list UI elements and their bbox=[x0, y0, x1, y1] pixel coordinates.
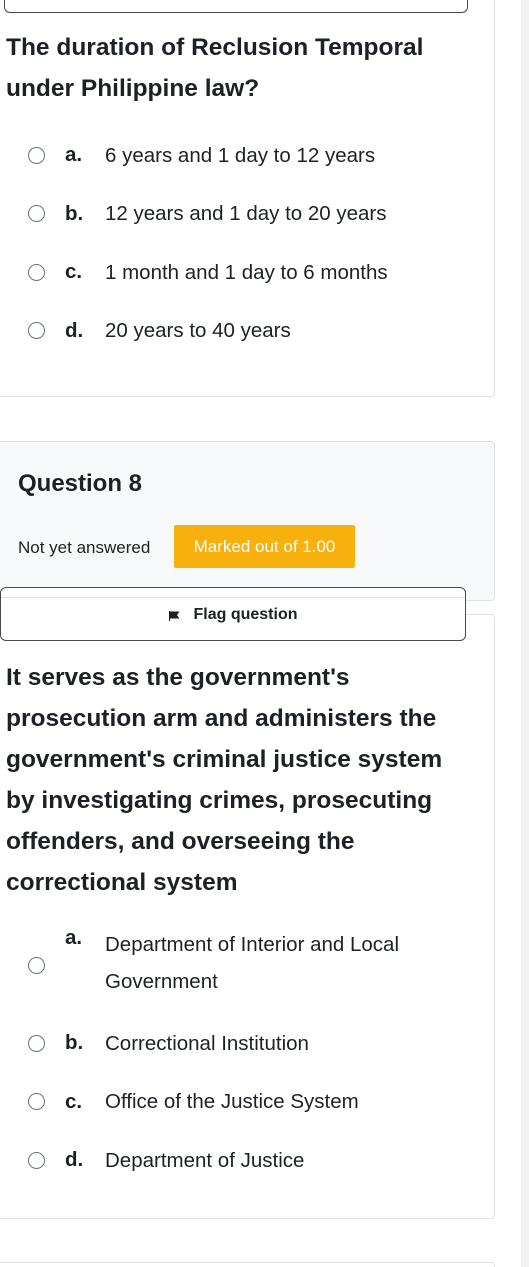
answer-option-c[interactable]: c. Office of the Justice System bbox=[28, 1073, 468, 1132]
answer-option-d[interactable]: d. Department of Justice bbox=[28, 1131, 468, 1190]
flag-icon bbox=[168, 608, 180, 626]
question-state: Not yet answered bbox=[18, 538, 151, 557]
answer-number: d. bbox=[65, 318, 84, 342]
answer-text: 12 years and 1 day to 20 years bbox=[105, 202, 387, 226]
question-8-info-panel bbox=[0, 441, 495, 601]
question-number: Question 8 bbox=[18, 470, 143, 497]
answer-number: b. bbox=[65, 201, 84, 225]
flag-question-label: Flag question bbox=[193, 606, 298, 623]
answer-option-b[interactable]: b. 12 years and 1 day to 20 years bbox=[28, 185, 468, 244]
radio-button[interactable] bbox=[28, 1034, 45, 1052]
answer-text: Department of Interior and Local Governm… bbox=[105, 933, 399, 993]
answer-text: 20 years to 40 years bbox=[105, 319, 291, 343]
radio-button[interactable] bbox=[28, 322, 45, 340]
question-7-top-bar bbox=[4, 0, 468, 13]
radio-button[interactable] bbox=[28, 263, 45, 281]
answer-option-b[interactable]: b. Correctional Institution bbox=[28, 1014, 468, 1073]
radio-button[interactable] bbox=[28, 1151, 45, 1169]
next-question-card bbox=[0, 1262, 495, 1267]
radio-button[interactable] bbox=[28, 957, 45, 974]
question-7-answers: a. 6 years and 1 day to 12 years b. 12 y… bbox=[28, 126, 468, 360]
answer-number: a. bbox=[65, 143, 83, 167]
divider bbox=[1, 597, 465, 598]
answer-number: d. bbox=[65, 1148, 84, 1172]
radio-button[interactable] bbox=[28, 205, 45, 223]
answer-text: Department of Justice bbox=[105, 1148, 305, 1172]
question-8-text: It serves as the government's prosecutio… bbox=[6, 664, 443, 896]
grade-badge: Marked out of 1.00 bbox=[174, 525, 355, 568]
answer-text: 1 month and 1 day to 6 months bbox=[105, 260, 388, 284]
answer-option-a[interactable]: a. 6 years and 1 day to 12 years bbox=[28, 126, 468, 185]
answer-number: b. bbox=[65, 1031, 84, 1055]
answer-option-c[interactable]: c. 1 month and 1 day to 6 months bbox=[28, 243, 468, 302]
answer-text: 6 years and 1 day to 12 years bbox=[105, 143, 376, 167]
question-7-text: The duration of Reclusion Temporal under… bbox=[6, 34, 424, 102]
answer-text: Correctional Institution bbox=[105, 1031, 309, 1055]
answer-text: Office of the Justice System bbox=[105, 1090, 359, 1114]
scrollbar[interactable] bbox=[521, 0, 529, 1267]
answer-option-a[interactable]: a. Department of Interior and Local Gove… bbox=[28, 926, 468, 1014]
answer-number: c. bbox=[65, 1089, 83, 1113]
quiz-page: The duration of Reclusion Temporal under… bbox=[0, 0, 529, 1267]
radio-button[interactable] bbox=[28, 1093, 45, 1111]
radio-button[interactable] bbox=[28, 146, 45, 164]
answer-number: c. bbox=[65, 260, 83, 284]
flag-question-button[interactable]: Flag question bbox=[0, 587, 466, 641]
question-8-answers: a. Department of Interior and Local Gove… bbox=[28, 926, 468, 1190]
answer-option-d[interactable]: d. 20 years to 40 years bbox=[28, 302, 468, 361]
answer-number: a. bbox=[65, 926, 83, 949]
